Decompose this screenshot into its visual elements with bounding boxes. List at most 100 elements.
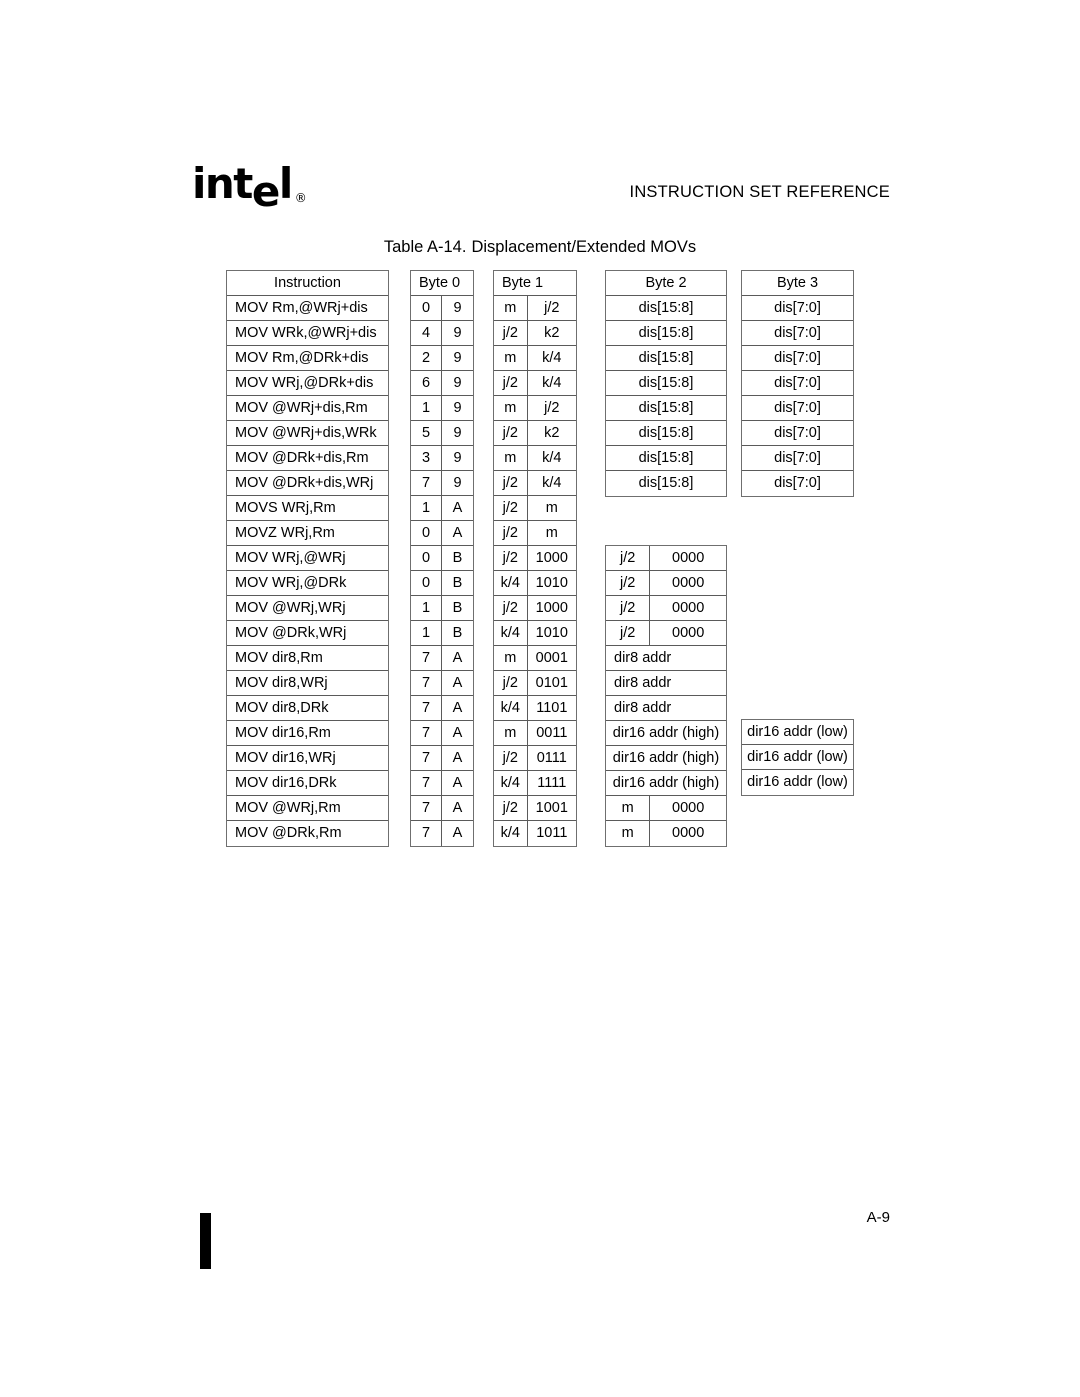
table-row: j/2 0000: [606, 596, 726, 621]
cell-byte0-high: 2: [411, 346, 442, 370]
column-byte2-upper: Byte 2 dis[15:8] dis[15:8] dis[15:8] dis[15…: [605, 270, 727, 497]
cell-byte2: dis[15:8]: [638, 399, 694, 416]
cell-byte0-low: A: [452, 749, 463, 766]
table-row: 7A: [411, 696, 473, 721]
table-row: MOV @WRj+dis,Rm: [227, 396, 388, 421]
cell-byte0-high: 1: [411, 596, 442, 620]
table-row: 39: [411, 446, 473, 471]
cell-byte0-low: 9: [453, 374, 462, 391]
table-row: dir8 addr: [606, 646, 726, 671]
table-row: MOV @DRk+dis,Rm: [227, 446, 388, 471]
cell-byte1-low: k2: [544, 424, 560, 441]
table-row: 1B: [411, 621, 473, 646]
table-row: m 0000: [606, 796, 726, 821]
cell-byte1-low: k2: [544, 324, 560, 341]
table-header-row: Instruction: [227, 271, 388, 296]
cell-instruction: MOV @DRk+dis,WRj: [235, 474, 374, 491]
cell-byte0-high: 3: [411, 446, 442, 470]
table-row: MOV @DRk,WRj: [227, 621, 388, 646]
cell-byte1-high: m: [494, 446, 528, 470]
table-row: dis[15:8]: [606, 446, 726, 471]
cell-byte3: dis[7:0]: [774, 475, 821, 492]
cell-byte1-high: j/2: [494, 596, 528, 620]
cell-byte2: dis[15:8]: [638, 449, 694, 466]
cell-byte0-low: 9: [453, 324, 462, 341]
cell-byte0-low: B: [452, 549, 463, 566]
column-byte3-upper: Byte 3 dis[7:0] dis[7:0] dis[7:0] dis[7:0] d…: [741, 270, 854, 497]
cell-byte1-low: 1001: [535, 799, 568, 816]
cell-byte0-low: B: [452, 624, 463, 641]
cell-byte1-low: k/4: [542, 374, 562, 391]
cell-instruction: MOV Rm,@WRj+dis: [235, 299, 368, 316]
cell-byte3: dis[7:0]: [774, 374, 821, 391]
table-row: MOV Rm,@DRk+dis: [227, 346, 388, 371]
column-header-byte1: Byte 1: [502, 274, 544, 291]
intel-logo-l: l: [278, 159, 293, 208]
cell-byte0-low: B: [452, 599, 463, 616]
cell-byte0-high: 0: [411, 296, 442, 320]
table-row: 19: [411, 396, 473, 421]
table-row: MOV Rm,@WRj+dis: [227, 296, 388, 321]
table-row: j/2 0000: [606, 571, 726, 596]
cell-instruction: MOV @DRk,WRj: [235, 624, 347, 641]
table-row: k/4 1111: [494, 771, 576, 796]
table-row: j/2 0111: [494, 746, 576, 771]
column-byte1: Byte 1 m j/2 j/2 k2 m k/4 j/2 k/4 m j/2 j/2 k2 m k/4 j…: [493, 270, 577, 847]
table-row: j/2 k2: [494, 321, 576, 346]
cell-byte1-high: j/2: [494, 496, 528, 520]
cell-byte0-low: A: [452, 724, 463, 741]
column-header-byte3: Byte 3: [776, 274, 819, 291]
cell-byte2: dir16 addr (high): [612, 724, 720, 741]
cell-byte0-high: 7: [411, 746, 442, 770]
column-instruction: Instruction MOV Rm,@WRj+dis MOV WRk,@WRj+…: [226, 270, 389, 847]
cell-byte1-high: m: [494, 396, 528, 420]
cell-byte1-low: k/4: [542, 349, 562, 366]
table-row: dis[7:0]: [742, 321, 853, 346]
intel-logo: intel ®: [192, 163, 307, 213]
cell-byte0-low: A: [452, 774, 463, 791]
cell-instruction: MOV WRj,@WRj: [235, 549, 346, 566]
table-row: k/4 1010: [494, 621, 576, 646]
cell-byte1-low: j/2: [544, 399, 560, 416]
cell-byte2: dis[15:8]: [638, 324, 694, 341]
cell-byte3: dis[7:0]: [774, 399, 821, 416]
cell-instruction: MOVS WRj,Rm: [235, 499, 336, 516]
table-row: 79: [411, 471, 473, 496]
table-row: 59: [411, 421, 473, 446]
cell-byte0-high: 5: [411, 421, 442, 445]
table-header-row: Byte 0: [411, 271, 473, 296]
cell-byte0-high: 0: [411, 571, 442, 595]
table-row: m j/2: [494, 396, 576, 421]
cell-byte2: dis[15:8]: [638, 424, 694, 441]
cell-byte1-high: j/2: [494, 521, 528, 545]
table-row: dis[15:8]: [606, 421, 726, 446]
cell-byte1-high: k/4: [494, 621, 528, 645]
cell-byte1-low: m: [545, 499, 558, 516]
table-row: dis[7:0]: [742, 296, 853, 321]
cell-byte2-high: j/2: [606, 571, 651, 595]
table-row: dis[7:0]: [742, 471, 853, 496]
table-row: dir16 addr (low): [742, 720, 853, 745]
cell-byte0-high: 1: [411, 496, 442, 520]
intel-logo-e: e: [251, 167, 281, 216]
page-number: A-9: [866, 1209, 890, 1226]
table-row: 09: [411, 296, 473, 321]
cell-byte3: dis[7:0]: [774, 299, 821, 316]
cell-byte1-high: k/4: [494, 696, 528, 720]
cell-byte1-high: m: [494, 296, 528, 320]
table-row: dis[7:0]: [742, 446, 853, 471]
table-row: MOV @WRj,WRj: [227, 596, 388, 621]
table-row: j/2 k/4: [494, 471, 576, 496]
cell-byte3: dir16 addr (low): [747, 723, 848, 740]
cell-byte0-high: 1: [411, 621, 442, 645]
table-row: MOV dir16,DRk: [227, 771, 388, 796]
table-row: m k/4: [494, 346, 576, 371]
table-row: dis[15:8]: [606, 371, 726, 396]
cell-byte1-high: j/2: [494, 371, 528, 395]
cell-byte2-low: 0000: [672, 624, 705, 641]
table-row: 69: [411, 371, 473, 396]
cell-instruction: MOV WRj,@DRk+dis: [235, 374, 374, 391]
cell-byte2: dis[15:8]: [638, 374, 694, 391]
column-header-byte2: Byte 2: [645, 274, 687, 291]
cell-byte0-high: 7: [411, 771, 442, 795]
